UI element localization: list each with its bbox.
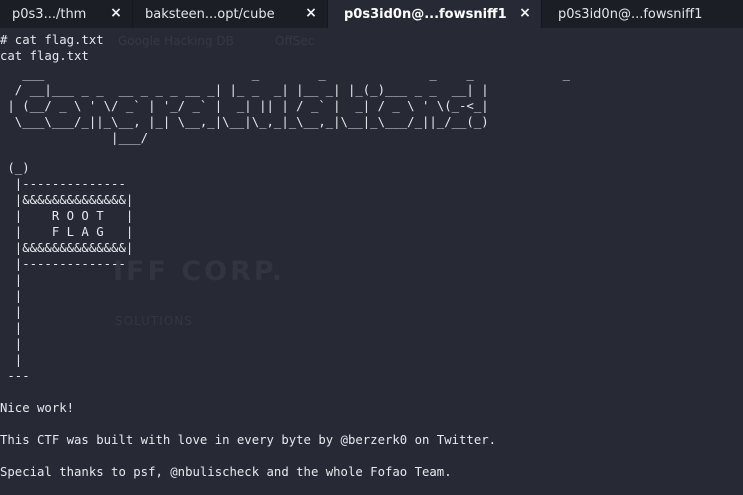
tab-label: p0s3id0n@...fowsniff1 [344, 6, 507, 22]
root-flag-art: (_) |-------------- |&&&&&&&&&&&&&&| | R… [7, 161, 134, 383]
close-icon[interactable]: × [517, 5, 533, 21]
congratulations-banner: ___ _ _ _ _ _ / __|___ _ _ __ _ _ _ __ _… [7, 67, 571, 145]
tab-fowsniff[interactable]: p0s3id0n@...fowsniff1 [542, 0, 743, 28]
credits-text: This CTF was built with love in every by… [0, 433, 497, 447]
tab-label: baksteen...opt/cube [145, 6, 275, 22]
tab-fowsniff-active[interactable]: p0s3id0n@...fowsniff1 × [328, 0, 542, 28]
nice-work-text: Nice work! [0, 401, 75, 415]
command-line: # cat flag.txt [0, 33, 104, 47]
tab-thm[interactable]: p0s3.../thm × [0, 0, 133, 28]
close-icon[interactable]: × [303, 5, 319, 21]
thanks-text: Special thanks to psf, @nbulischeck and … [0, 465, 452, 479]
terminal-output[interactable]: # cat flag.txt cat flag.txt ___ _ _ _ _ … [0, 32, 743, 495]
close-icon[interactable]: × [108, 5, 124, 21]
tab-cube[interactable]: baksteen...opt/cube × [133, 0, 328, 28]
command-echo: cat flag.txt [0, 49, 89, 63]
terminal-window: p0s3.../thm × baksteen...opt/cube × p0s3… [0, 0, 743, 495]
tab-label: p0s3.../thm [12, 6, 87, 22]
tab-bar: p0s3.../thm × baksteen...opt/cube × p0s3… [0, 0, 743, 28]
tab-label: p0s3id0n@...fowsniff1 [558, 6, 703, 22]
